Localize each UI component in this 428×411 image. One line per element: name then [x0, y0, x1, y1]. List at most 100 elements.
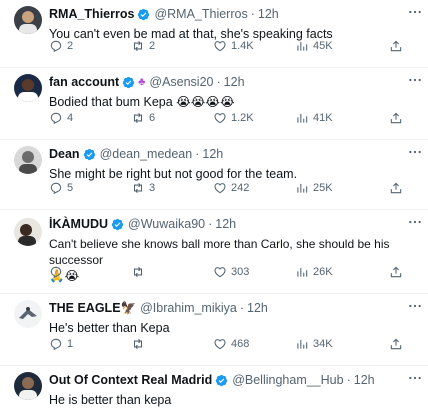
tweet-3[interactable]: Dean @dean_medean · 12h She might be rig…	[0, 140, 428, 210]
retweet-button[interactable]: 2	[131, 39, 155, 53]
user-handle[interactable]: @Ibrahim_mikiya	[140, 301, 237, 315]
view-count: 25K	[313, 182, 333, 194]
timestamp[interactable]: 12h	[224, 75, 245, 89]
verified-icon	[137, 8, 150, 21]
retweet-button[interactable]	[131, 265, 149, 279]
tweet-header: THE EAGLE🦅 @Ibrahim_mikiya · 12h	[49, 299, 420, 317]
verified-icon	[215, 374, 228, 387]
tweet-6[interactable]: Out Of Context Real Madrid @Bellingham__…	[0, 366, 428, 411]
timestamp[interactable]: 12h	[202, 147, 223, 161]
share-button[interactable]	[389, 111, 407, 125]
view-count: 45K	[313, 40, 333, 52]
reply-icon	[50, 338, 62, 351]
more-options-icon[interactable]	[406, 298, 424, 314]
share-icon	[390, 40, 402, 52]
verified-icon	[83, 148, 96, 161]
retweet-count: 2	[149, 40, 156, 52]
tweet-text: He is better than kepa	[49, 393, 172, 407]
verified-icon	[122, 76, 135, 89]
display-name[interactable]: fan account	[49, 75, 119, 89]
display-name[interactable]: Dean	[49, 147, 80, 161]
display-name[interactable]: RMA_Thierros	[49, 7, 134, 21]
timeline-feed: RMA_Thierros @RMA_Thierros · 12h You can…	[0, 0, 428, 411]
views-icon	[297, 183, 308, 193]
tweet-1[interactable]: RMA_Thierros @RMA_Thierros · 12h You can…	[0, 0, 428, 68]
reply-button[interactable]: 1	[49, 337, 73, 351]
tweet-header: Dean @dean_medean · 12h	[49, 145, 420, 163]
tweet-4[interactable]: İKÀMUDU @Wuwaika90 · 12h Can't believe s…	[0, 210, 428, 294]
views-icon	[297, 339, 308, 349]
share-icon	[390, 112, 402, 124]
timestamp[interactable]: 12h	[247, 301, 268, 315]
heart-icon	[214, 183, 226, 194]
reply-icon	[50, 112, 62, 125]
heart-icon	[214, 339, 226, 350]
affiliate-badge-icon: ♣	[138, 76, 146, 88]
timestamp[interactable]: 12h	[354, 373, 375, 387]
like-button[interactable]: 468	[213, 337, 249, 351]
views-button[interactable]: 41K	[295, 111, 333, 125]
reply-button[interactable]: 2	[49, 39, 73, 53]
retweet-button[interactable]: 6	[131, 111, 155, 125]
views-button[interactable]: 26K	[295, 265, 333, 279]
display-name[interactable]: THE EAGLE🦅	[49, 301, 136, 316]
views-icon	[297, 267, 308, 277]
like-count: 468	[231, 338, 250, 350]
more-options-icon[interactable]	[406, 144, 424, 160]
display-name[interactable]: İKÀMUDU	[49, 217, 108, 231]
tweet-2[interactable]: fan account ♣ @Asensi20 · 12h Bodied tha…	[0, 68, 428, 140]
separator-dot: ·	[239, 301, 245, 315]
like-button[interactable]: 1.2K	[213, 111, 254, 125]
views-icon	[297, 113, 308, 123]
views-button[interactable]: 45K	[295, 39, 333, 53]
separator-dot: ·	[208, 217, 213, 231]
reply-button[interactable]: 5	[49, 181, 73, 195]
user-handle[interactable]: @dean_medean	[100, 147, 193, 161]
tweet-header: fan account ♣ @Asensi20 · 12h	[49, 73, 420, 91]
display-name[interactable]: Out Of Context Real Madrid	[49, 373, 212, 387]
avatar[interactable]	[14, 372, 42, 400]
retweet-count: 3	[149, 182, 156, 194]
share-button[interactable]	[389, 39, 407, 53]
verified-icon	[111, 218, 124, 231]
like-button[interactable]: 1.4K	[213, 39, 254, 53]
tweet-header: Out Of Context Real Madrid @Bellingham__…	[49, 371, 420, 389]
like-button[interactable]: 242	[213, 181, 249, 195]
avatar[interactable]	[14, 146, 42, 174]
avatar[interactable]	[14, 300, 42, 328]
share-button[interactable]	[389, 181, 407, 195]
user-handle[interactable]: @Wuwaika90	[128, 217, 205, 231]
avatar[interactable]	[14, 6, 42, 34]
user-handle[interactable]: @Asensi20	[149, 75, 213, 89]
views-button[interactable]: 34K	[295, 337, 333, 351]
avatar[interactable]	[14, 218, 42, 246]
retweet-icon	[133, 266, 143, 278]
reply-icon	[50, 40, 62, 53]
retweet-button[interactable]: 3	[131, 181, 155, 195]
tweet-5[interactable]: THE EAGLE🦅 @Ibrahim_mikiya · 12h He's be…	[0, 294, 428, 366]
user-handle[interactable]: @Bellingham__Hub	[232, 373, 343, 387]
avatar[interactable]	[14, 74, 42, 102]
views-button[interactable]: 25K	[295, 181, 333, 195]
reply-button[interactable]: 4	[49, 111, 73, 125]
timestamp[interactable]: 12h	[258, 7, 279, 21]
more-options-icon[interactable]	[406, 72, 424, 88]
share-button[interactable]	[389, 337, 407, 351]
retweet-button[interactable]	[131, 337, 149, 351]
tweet-text: Bodied that bum Kepa 😭😭😭😭	[49, 95, 235, 109]
more-options-icon[interactable]	[406, 214, 424, 230]
more-options-icon[interactable]	[406, 4, 424, 20]
reply-button[interactable]	[49, 265, 67, 279]
tweet-text: He's better than Kepa	[49, 321, 170, 335]
reply-icon	[50, 182, 62, 195]
share-button[interactable]	[389, 265, 407, 279]
timestamp[interactable]: 12h	[215, 217, 236, 231]
heart-icon	[214, 267, 226, 278]
more-options-icon[interactable]	[406, 370, 424, 386]
retweet-icon	[133, 182, 143, 194]
like-button[interactable]: 303	[213, 265, 249, 279]
tweet-header: İKÀMUDU @Wuwaika90 · 12h	[49, 215, 420, 233]
user-handle[interactable]: @RMA_Thierros	[154, 7, 247, 21]
share-icon	[390, 182, 402, 194]
retweet-icon	[133, 112, 143, 124]
